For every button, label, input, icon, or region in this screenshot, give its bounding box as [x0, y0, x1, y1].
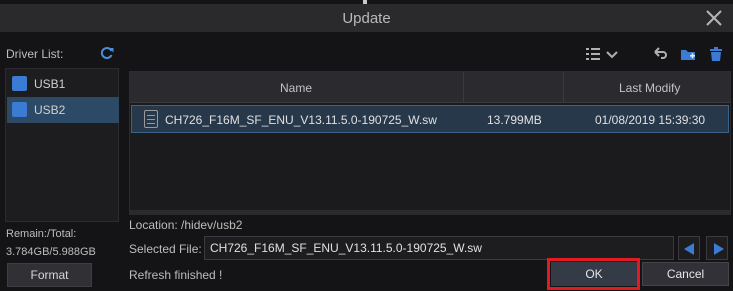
table-row[interactable]: CH726_F16M_SF_ENU_V13.11.5.0-190725_W.sw…: [131, 105, 729, 133]
file-name: CH726_F16M_SF_ENU_V13.11.5.0-190725_W.sw: [165, 113, 437, 127]
title-bar: Update: [0, 4, 733, 32]
selected-file-input[interactable]: [204, 236, 674, 260]
arrow-right-icon: [714, 243, 724, 255]
close-icon[interactable]: [705, 9, 723, 27]
drive-label: USB2: [34, 103, 66, 117]
file-table: Name Last Modify CH726_F16M_SF_ENU_V13.1…: [129, 71, 731, 211]
arrow-left-icon: [684, 243, 694, 255]
file-size: 13.799MB: [487, 113, 542, 127]
drive-label: USB1: [34, 77, 66, 91]
column-divider: [563, 72, 564, 103]
remain-total-label: Remain:/Total:: [6, 228, 77, 240]
horizontal-scrollbar[interactable]: [129, 211, 731, 215]
cancel-button[interactable]: Cancel: [642, 262, 729, 286]
column-header-last-modify: Last Modify: [619, 81, 681, 95]
delete-icon[interactable]: [708, 46, 724, 62]
refresh-icon[interactable]: [100, 46, 114, 60]
drive-item-usb2[interactable]: USB2: [7, 97, 119, 123]
new-folder-icon[interactable]: [680, 46, 696, 62]
dialog-title: Update: [342, 10, 391, 27]
usb-drive-icon: [12, 102, 27, 117]
remain-total-value: 3.784GB/5.988GB: [6, 246, 96, 258]
next-button[interactable]: [706, 236, 728, 260]
file-modified: 01/08/2019 15:39:30: [595, 113, 706, 127]
ok-highlight-box: [547, 258, 640, 290]
driver-list-label: Driver List:: [6, 47, 64, 61]
drive-list: USB1 USB2: [5, 68, 119, 222]
update-dialog: Update Driver List: USB1 USB2 Remain:/To…: [0, 0, 733, 291]
status-text: Refresh finished !: [129, 268, 223, 282]
file-icon: [144, 110, 158, 128]
previous-button[interactable]: [678, 236, 700, 260]
chevron-down-icon[interactable]: [604, 46, 620, 62]
list-view-icon[interactable]: [585, 46, 601, 62]
column-header-name: Name: [280, 81, 313, 95]
column-divider: [463, 72, 464, 103]
location-text: Location: /hidev/usb2: [129, 218, 243, 232]
selected-file-label: Selected File:: [129, 242, 202, 256]
format-button[interactable]: Format: [7, 263, 92, 287]
back-icon[interactable]: [652, 46, 668, 62]
drive-item-usb1[interactable]: USB1: [7, 71, 119, 97]
table-header: Name Last Modify: [130, 72, 730, 103]
usb-drive-icon: [12, 76, 27, 91]
